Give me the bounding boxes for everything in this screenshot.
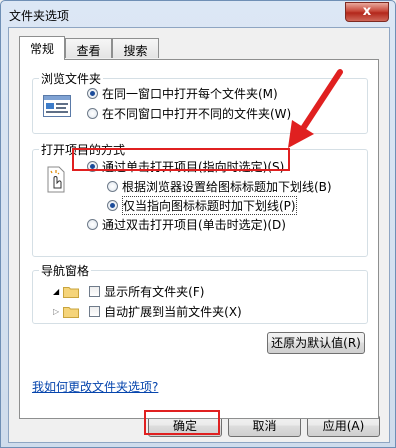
red-arrow-annotation <box>288 69 343 148</box>
help-link[interactable]: 我如何更改文件夹选项? <box>32 378 158 395</box>
underline-browser-label: 根据浏览器设置给图标标题加下划线(B) <box>122 180 332 194</box>
hand-pointer-icon <box>47 166 65 193</box>
same-window-option[interactable]: 在同一窗口中打开每个文件夹(M) <box>87 85 278 102</box>
new-window-label: 在不同窗口中打开不同的文件夹(W) <box>102 107 292 121</box>
show-all-folders-option[interactable]: ◢ 显示所有文件夹(F) <box>53 283 204 300</box>
folder-icon <box>63 287 80 298</box>
underline-point-radio[interactable] <box>107 200 118 211</box>
double-click-radio[interactable] <box>87 219 98 230</box>
auto-expand-option[interactable]: ▷ 自动扩展到当前文件夹(X) <box>53 303 242 320</box>
double-click-label: 通过双击打开项目(单击时选定)(D) <box>102 218 286 232</box>
window-list-icon <box>43 95 71 117</box>
navigation-pane-group: 导航窗格 ◢ 显示所有文件夹(F) ▷ 自动扩展到当前文件夹(X) <box>32 262 368 324</box>
title-bar[interactable]: 文件夹选项 x <box>1 1 395 27</box>
auto-expand-label: 自动扩展到当前文件夹(X) <box>104 305 242 319</box>
new-window-radio[interactable] <box>87 108 98 119</box>
window-title: 文件夹选项 <box>9 9 70 23</box>
tab-view[interactable]: 查看 <box>65 38 112 58</box>
tree-expanded-icon: ◢ <box>53 287 60 296</box>
single-click-highlight-box <box>72 148 290 171</box>
underline-browser-option[interactable]: 根据浏览器设置给图标标题加下划线(B) <box>107 178 332 195</box>
show-all-folders-checkbox[interactable] <box>89 286 101 297</box>
restore-defaults-button[interactable]: 还原为默认值(R) <box>267 332 365 354</box>
tree-collapsed-icon: ▷ <box>53 307 60 316</box>
underline-point-option[interactable]: 仅当指向图标标题时加下划线(P) <box>107 196 297 215</box>
show-all-folders-label: 显示所有文件夹(F) <box>104 285 205 299</box>
underline-browser-radio[interactable] <box>107 181 118 192</box>
same-window-radio[interactable] <box>87 88 98 99</box>
double-click-option[interactable]: 通过双击打开项目(单击时选定)(D) <box>87 216 286 233</box>
underline-point-label: 仅当指向图标标题时加下划线(P) <box>122 196 297 215</box>
new-window-option[interactable]: 在不同窗口中打开不同的文件夹(W) <box>87 105 291 122</box>
navigation-pane-title: 导航窗格 <box>39 262 92 279</box>
close-button[interactable]: x <box>345 2 389 22</box>
folder-icon <box>63 307 80 318</box>
auto-expand-checkbox[interactable] <box>89 306 101 317</box>
tab-search[interactable]: 搜索 <box>112 38 159 58</box>
ok-button-highlight-box <box>144 410 220 435</box>
same-window-label: 在同一窗口中打开每个文件夹(M) <box>102 87 278 101</box>
tab-general[interactable]: 常规 <box>19 36 65 60</box>
